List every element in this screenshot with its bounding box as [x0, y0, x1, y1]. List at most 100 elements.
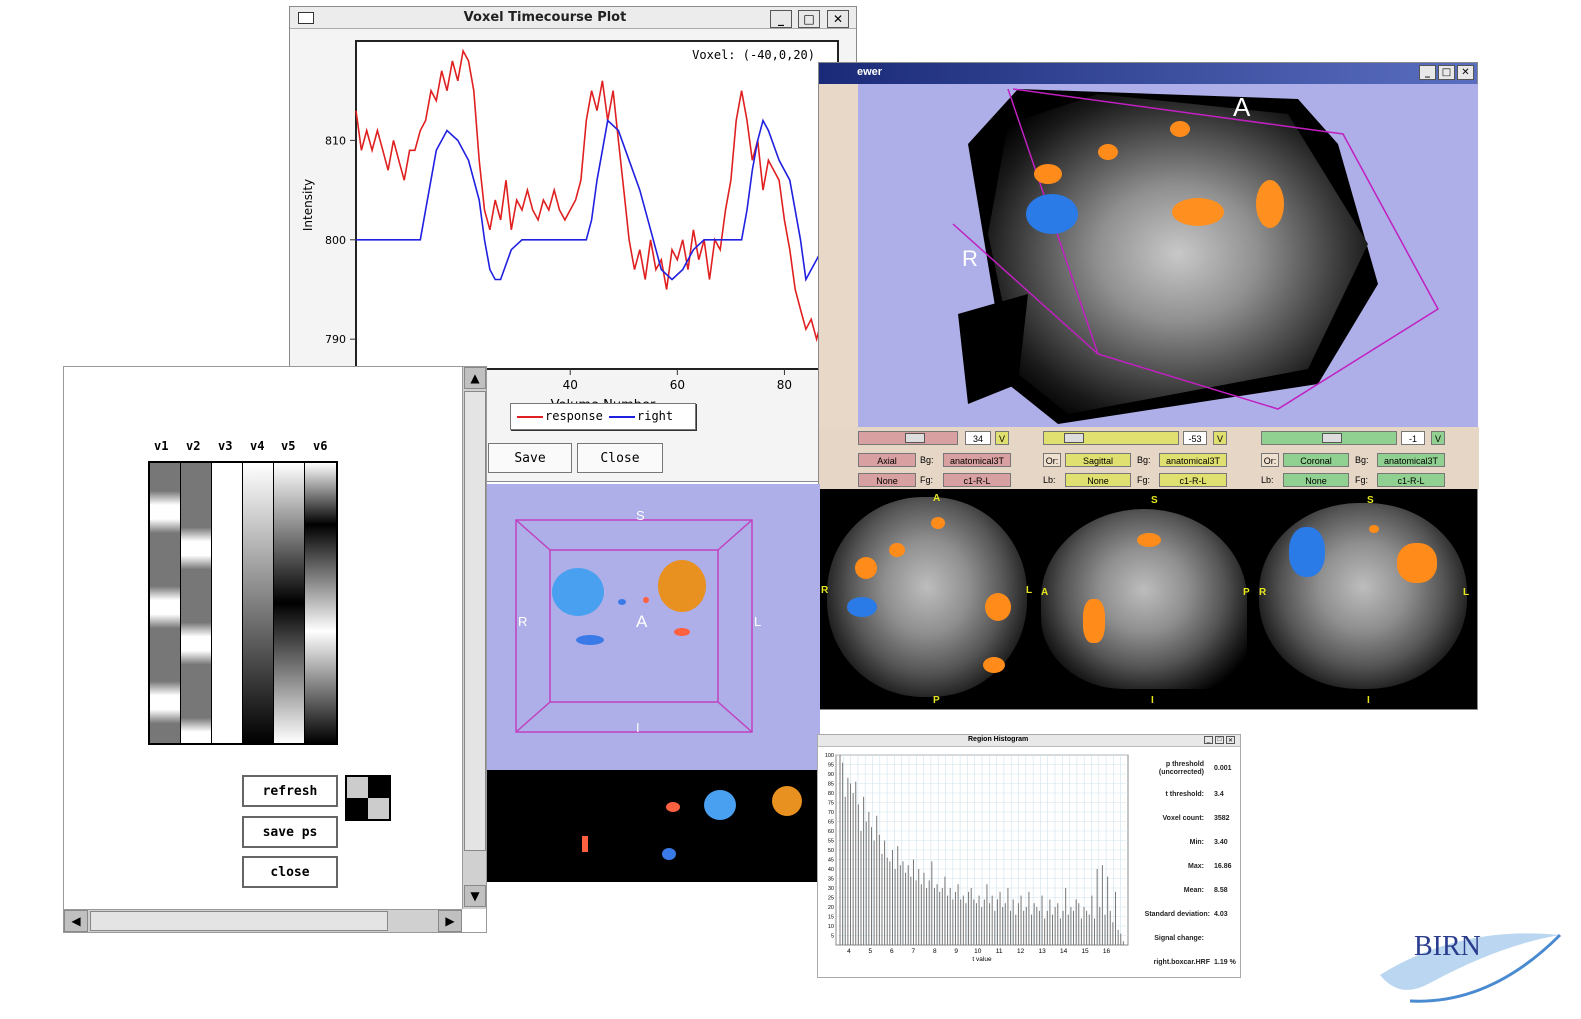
glass-label-L: L — [754, 614, 762, 629]
histogram-title: Region Histogram — [968, 736, 1029, 743]
coronal-label-I: I — [1367, 695, 1370, 706]
glass-label-A: A — [636, 612, 648, 631]
checker-icon — [345, 775, 391, 821]
vertical-scroll-thumb[interactable] — [464, 391, 486, 851]
hist-x-tick-label: 5 — [869, 948, 873, 955]
coronal-orient[interactable]: Coronal — [1283, 453, 1349, 467]
axial-bg-select[interactable]: anatomical3T — [943, 453, 1011, 467]
minimize-button[interactable]: _ — [770, 10, 792, 28]
axial-fg-label: Fg: — [920, 475, 934, 485]
glass-brain-panel[interactable]: S R A L I — [486, 484, 820, 770]
legend-right-label: right — [637, 409, 674, 423]
coronal-slider[interactable] — [1261, 431, 1397, 445]
close-plot-button[interactable]: Close — [577, 443, 663, 473]
viewer-close-button[interactable]: ✕ — [1457, 65, 1474, 80]
y-tick-label: 800 — [325, 234, 346, 247]
sagittal-fg-select[interactable]: c1-R-L — [1159, 473, 1227, 487]
histogram-chart: 5101520253035404550556065707580859095100… — [825, 753, 1129, 963]
legend-box: response right — [510, 403, 696, 430]
sagittal-v-button[interactable]: V — [1213, 431, 1227, 445]
refresh-button[interactable]: refresh — [242, 775, 338, 807]
regressor-column-labels: v1 v2 v3 v4 v5 v6 — [150, 439, 340, 457]
sagittal-label-I: I — [1151, 695, 1154, 706]
timecourse-title: Voxel Timecourse Plot — [463, 10, 627, 25]
col-label-v4: v4 — [250, 439, 265, 453]
3d-view[interactable]: A R — [858, 84, 1478, 427]
coronal-fg-select[interactable]: c1-R-L — [1377, 473, 1445, 487]
coronal-label-S: S — [1367, 495, 1374, 506]
glass-brain-projections[interactable] — [486, 770, 820, 882]
glass-label-I: I — [636, 720, 640, 735]
horizontal-scroll-thumb[interactable] — [90, 911, 388, 931]
x-tick-label: 40 — [563, 378, 578, 392]
coronal-slice-view[interactable] — [1259, 503, 1467, 689]
axial-lb-select[interactable]: None — [858, 473, 916, 487]
y-tick-label: 810 — [325, 134, 346, 147]
stat-hrf-value: 1.19 % — [1214, 959, 1236, 966]
col-label-v2: v2 — [186, 439, 201, 453]
hist-close-button[interactable]: ✕ — [1226, 736, 1235, 744]
sagittal-bg-select[interactable]: anatomical3T — [1159, 453, 1227, 467]
sagittal-slice-view[interactable] — [1041, 509, 1247, 689]
hist-maximize-button[interactable]: □ — [1215, 736, 1224, 744]
sagittal-bg-label: Bg: — [1137, 455, 1151, 465]
sagittal-value[interactable]: -53 — [1183, 431, 1207, 445]
coronal-lb-select[interactable]: None — [1283, 473, 1349, 487]
hist-x-tick-label: 15 — [1081, 948, 1089, 955]
sagittal-fg-label: Fg: — [1137, 475, 1151, 485]
hist-minimize-button[interactable]: _ — [1204, 736, 1213, 744]
coronal-fg-label: Fg: — [1355, 475, 1369, 485]
sagittal-orient[interactable]: Sagittal — [1065, 453, 1131, 467]
hist-y-tick-label: 10 — [828, 924, 834, 930]
save-ps-button[interactable]: save ps — [242, 816, 338, 848]
axial-slice-view[interactable] — [827, 497, 1027, 697]
hist-x-tick-label: 12 — [1017, 948, 1025, 955]
coronal-value[interactable]: -1 — [1401, 431, 1425, 445]
axial-v-button[interactable]: V — [995, 431, 1009, 445]
hist-x-tick-label: 13 — [1039, 948, 1047, 955]
axial-fg-select[interactable]: c1-R-L — [943, 473, 1011, 487]
scroll-left-arrow-icon[interactable]: ◀ — [64, 910, 88, 932]
axial-label-P: P — [933, 695, 940, 706]
horizontal-scrollbar[interactable]: ◀ ▶ — [64, 909, 462, 932]
viewer-titlebar[interactable]: ewer _ □ ✕ — [819, 63, 1477, 84]
axial-value[interactable]: 34 — [965, 431, 991, 445]
axial-orient[interactable]: Axial — [858, 453, 916, 467]
hist-y-tick-label: 65 — [828, 820, 834, 826]
3d-label-R: R — [962, 246, 978, 271]
voxel-label: Voxel: (-40,0,20) — [692, 48, 815, 62]
sagittal-slider[interactable] — [1043, 431, 1179, 445]
coronal-v-button[interactable]: V — [1431, 431, 1445, 445]
legend-response-swatch — [517, 416, 543, 418]
y-axis-label: Intensity — [301, 179, 315, 231]
close-regressor-button[interactable]: close — [242, 856, 338, 888]
glass-label-S: S — [636, 508, 645, 523]
histogram-window: Region Histogram _ □ ✕ 5 10 15 20 25 30 35 40 45… — [817, 734, 1241, 978]
hist-x-tick-label: 6 — [890, 948, 894, 955]
maximize-button[interactable]: □ — [798, 10, 820, 28]
scroll-down-arrow-icon[interactable]: ▼ — [464, 885, 486, 907]
viewer-maximize-button[interactable]: □ — [1438, 65, 1455, 80]
hist-y-tick-label: 90 — [828, 772, 834, 778]
slice-panel: A R L P S A P I S R L I — [819, 489, 1477, 709]
col-label-v3: v3 — [218, 439, 233, 453]
save-button[interactable]: Save — [488, 443, 572, 473]
viewer-minimize-button[interactable]: _ — [1419, 65, 1436, 80]
coronal-bg-select[interactable]: anatomical3T — [1377, 453, 1445, 467]
close-button[interactable]: ✕ — [827, 10, 849, 28]
sagittal-or-button[interactable]: Or: — [1043, 453, 1061, 467]
window-menu-icon[interactable] — [298, 12, 314, 24]
axial-slider[interactable] — [858, 431, 958, 445]
vertical-scrollbar[interactable]: ▲ ▼ — [462, 367, 486, 909]
hist-y-tick-label: 5 — [831, 934, 834, 940]
timecourse-titlebar[interactable]: Voxel Timecourse Plot _ □ ✕ — [290, 7, 856, 29]
scroll-right-arrow-icon[interactable]: ▶ — [438, 910, 462, 932]
stat-voxel-count-value: 3582 — [1214, 815, 1230, 822]
coronal-label-L: L — [1463, 587, 1470, 598]
hist-x-tick-label: 14 — [1060, 948, 1068, 955]
legend-right-swatch — [609, 416, 635, 418]
sagittal-lb-select[interactable]: None — [1065, 473, 1131, 487]
coronal-or-button[interactable]: Or: — [1261, 453, 1279, 467]
scroll-up-arrow-icon[interactable]: ▲ — [464, 367, 486, 389]
histogram-titlebar[interactable]: Region Histogram _ □ ✕ — [818, 735, 1240, 747]
